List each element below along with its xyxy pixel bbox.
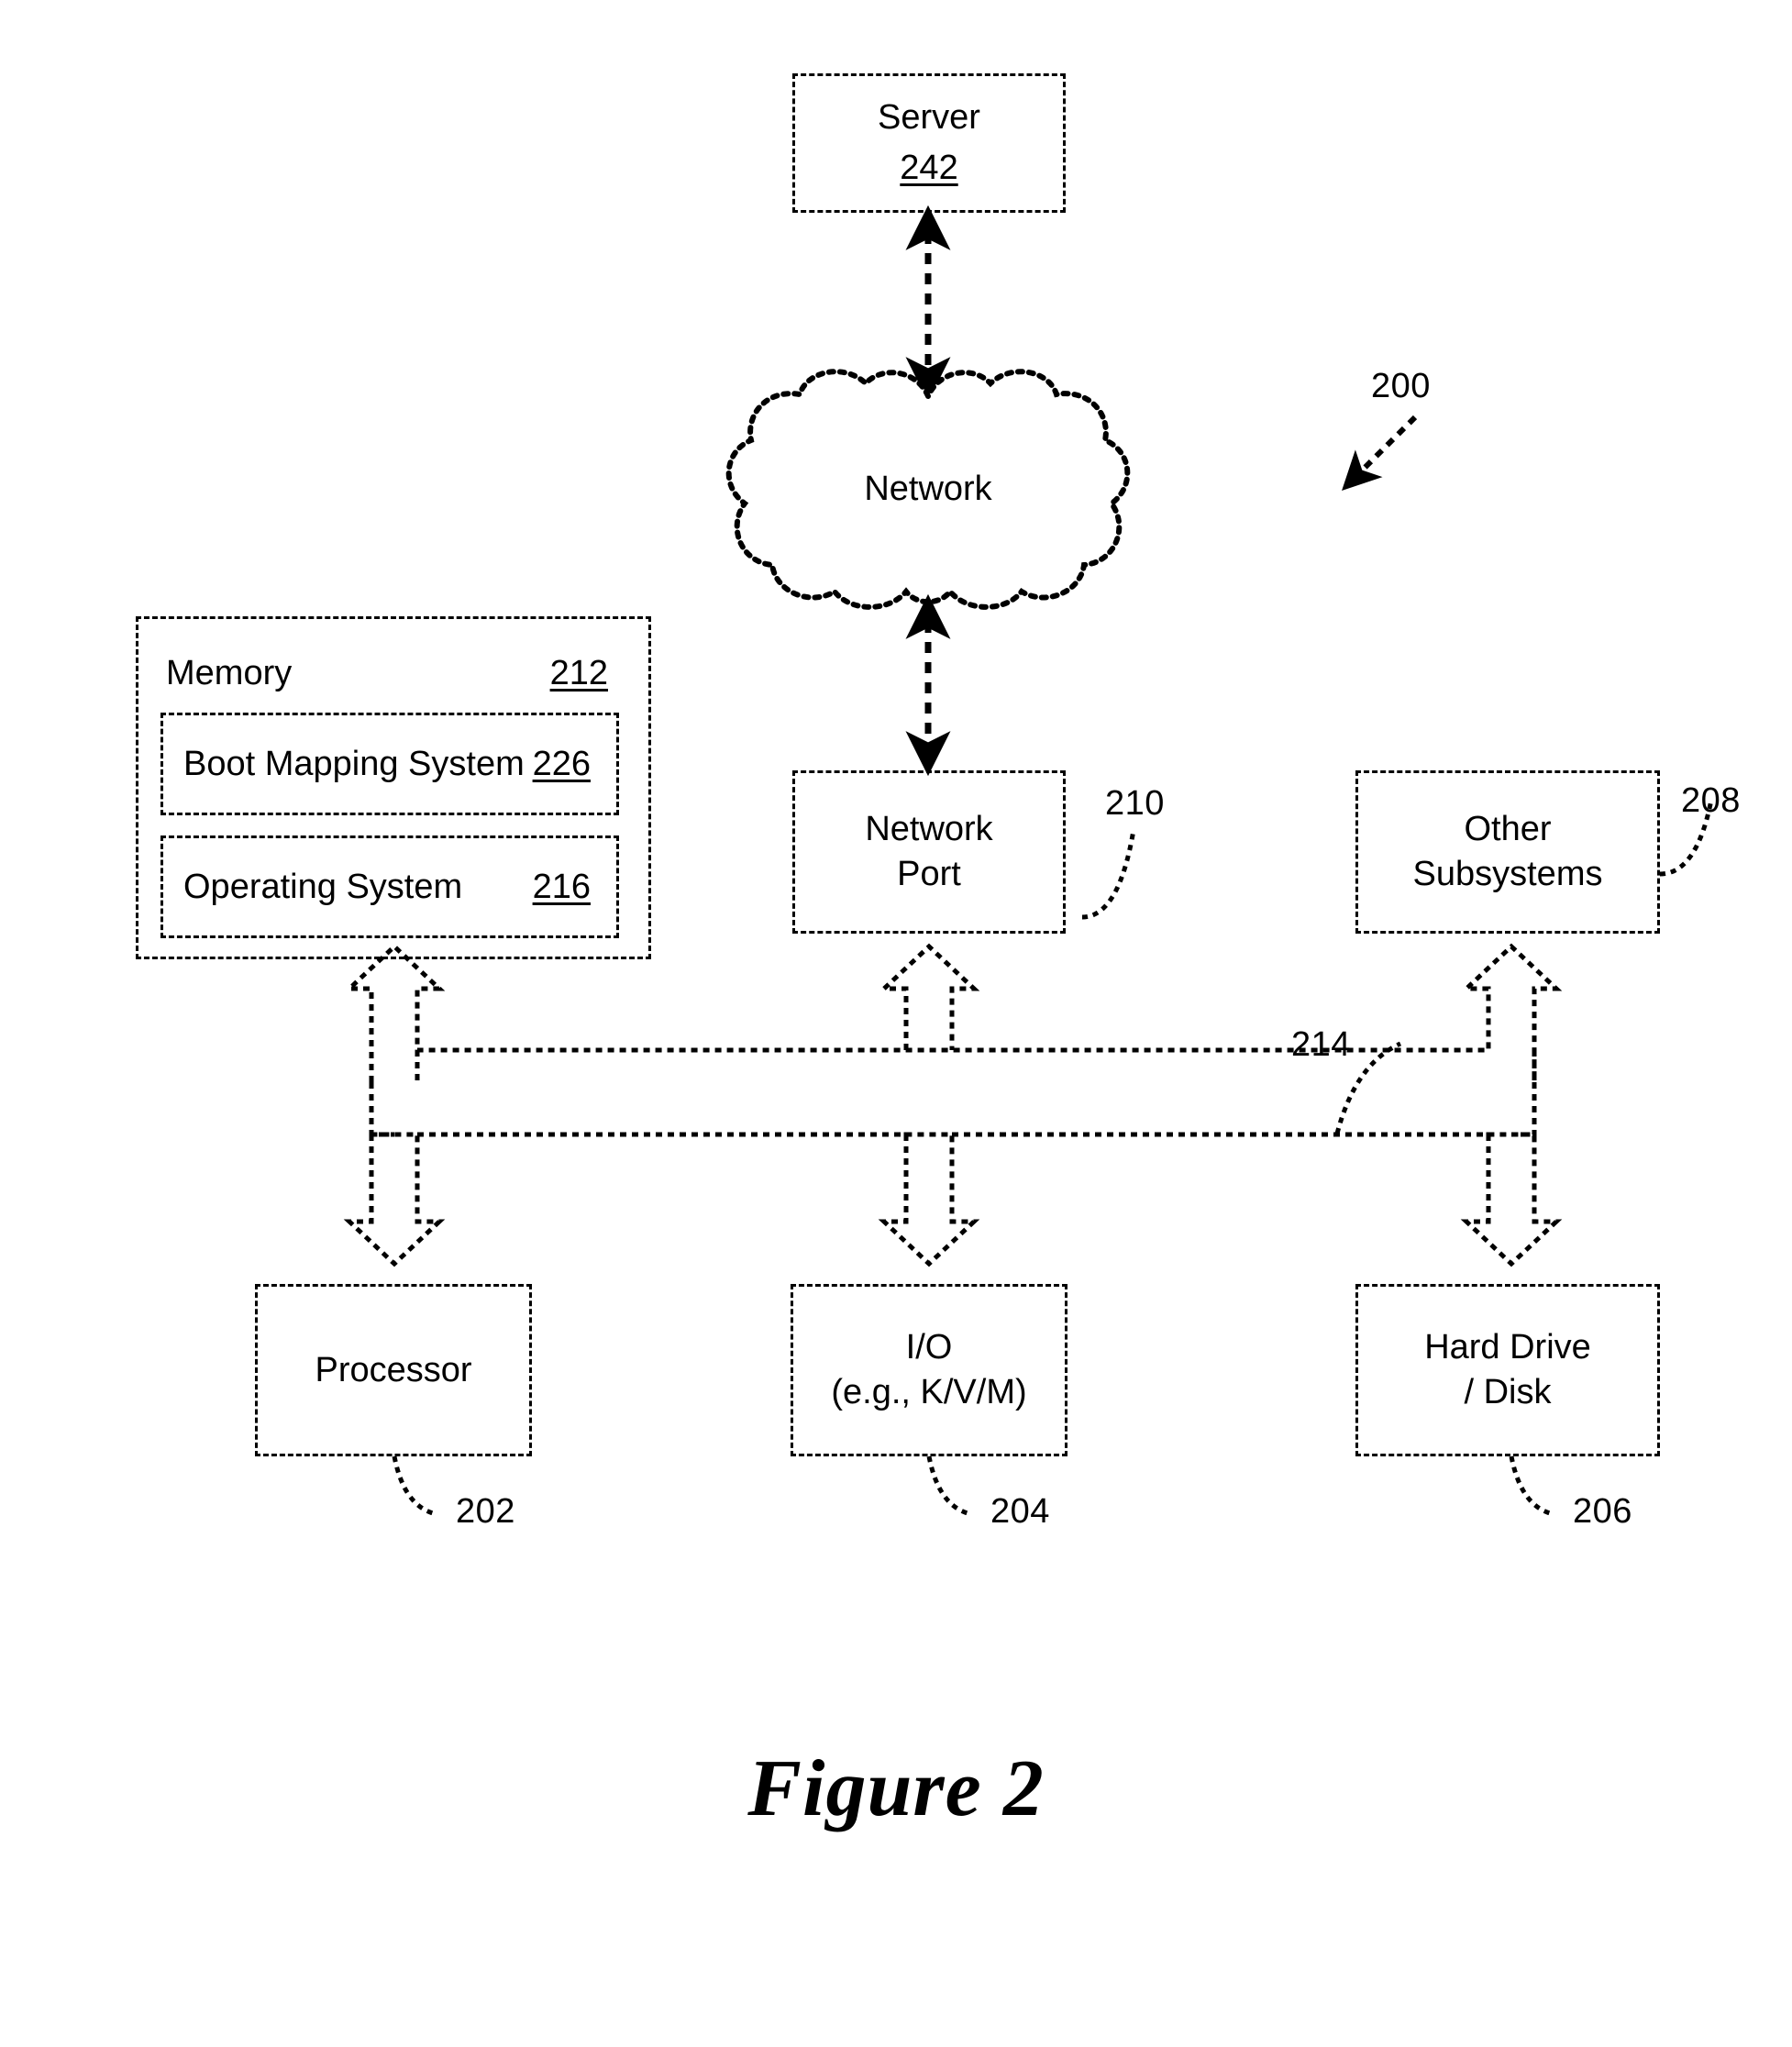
system-bus-outline: [415, 1050, 1537, 1082]
memory-component-boot-mapping-system: Boot Mapping System 226: [160, 713, 619, 815]
figure-caption: Figure 2: [747, 1744, 1045, 1833]
leader-204: [926, 1455, 968, 1516]
node-processor: Processor: [255, 1284, 532, 1456]
memory-ref: 212: [549, 653, 608, 692]
node-io-label: I/O (e.g., K/V/M): [831, 1328, 1027, 1411]
node-server-ref: 242: [900, 149, 958, 187]
leader-210: [1081, 829, 1136, 920]
ref-200: 200: [1371, 367, 1431, 405]
diagram-connectors-layer: [343, 205, 1714, 1516]
node-io: I/O (e.g., K/V/M): [791, 1284, 1067, 1456]
node-network-cloud-label: Network: [864, 470, 992, 508]
memory-component-1-name: Operating System: [183, 867, 463, 906]
memory-component-operating-system: Operating System 216: [160, 835, 619, 938]
system-bus: [343, 943, 1563, 1267]
memory-component-0-ref: 226: [532, 744, 591, 783]
node-memory: Memory 212 Boot Mapping System 226 Opera…: [136, 616, 651, 959]
ref-210: 210: [1105, 784, 1165, 823]
node-server-label: Server: [878, 98, 980, 138]
memory-component-0-name: Boot Mapping System: [183, 744, 525, 783]
ref-208: 208: [1681, 781, 1741, 820]
ref-202: 202: [456, 1492, 515, 1531]
node-hard-drive-label: Hard Drive / Disk: [1424, 1328, 1591, 1411]
node-network-port: Network Port: [792, 770, 1066, 934]
leader-206: [1509, 1455, 1551, 1516]
node-network-port-label: Network Port: [865, 810, 993, 893]
memory-header: Memory 212: [166, 647, 626, 700]
node-network-cloud: Network: [745, 470, 1112, 525]
system-ref-arrow: [1342, 415, 1418, 491]
node-other-subsystems-label: Other Subsystems: [1412, 810, 1603, 893]
ref-204: 204: [990, 1492, 1050, 1531]
node-processor-label: Processor: [315, 1350, 472, 1389]
ref-214: 214: [1291, 1025, 1351, 1064]
node-other-subsystems: Other Subsystems: [1355, 770, 1660, 934]
leader-202: [392, 1455, 434, 1516]
node-server: Server 242: [792, 73, 1066, 213]
ref-206: 206: [1573, 1492, 1632, 1531]
node-hard-drive: Hard Drive / Disk: [1355, 1284, 1660, 1456]
patent-figure-page: Server 242 Network Network Port Other Su…: [0, 0, 1792, 2047]
memory-title: Memory: [166, 653, 293, 692]
memory-component-1-ref: 216: [532, 867, 591, 906]
